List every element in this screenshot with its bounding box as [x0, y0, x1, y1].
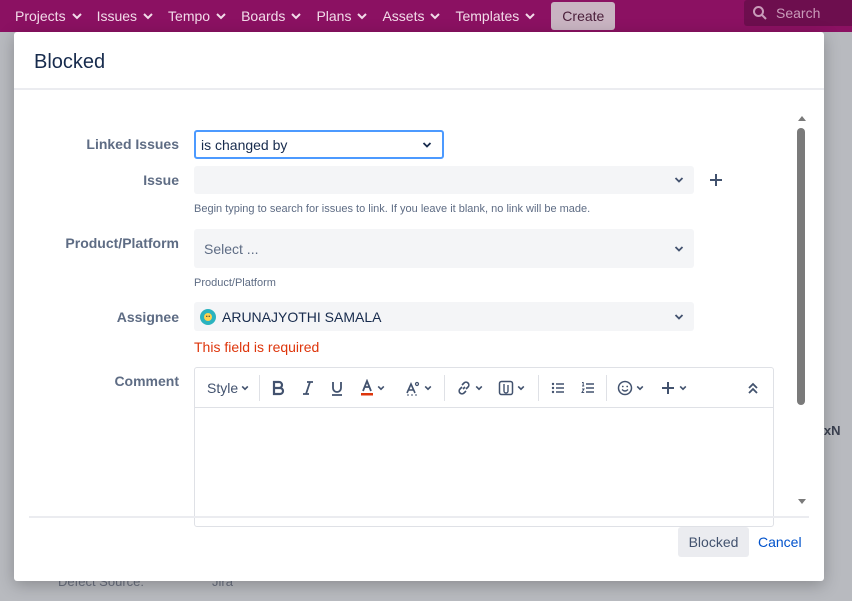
- linked-issues-label: Linked Issues: [86, 136, 179, 152]
- blocked-submit-button[interactable]: Blocked: [678, 527, 749, 557]
- chevron-down-icon: [241, 385, 249, 391]
- header-divider: [14, 88, 824, 90]
- nav-issues-label: Issues: [96, 8, 138, 24]
- top-navigation: Projects Issues Tempo Boards Plans Asset…: [0, 0, 852, 32]
- issue-help-text: Begin typing to search for issues to lin…: [194, 203, 591, 215]
- collapse-toolbar-button[interactable]: [747, 378, 759, 398]
- chevron-down-icon: [674, 313, 684, 320]
- plus-icon: [662, 382, 674, 394]
- scroll-down-arrow-icon[interactable]: [797, 498, 807, 506]
- nav-projects[interactable]: Projects: [15, 0, 82, 32]
- avatar: [200, 308, 216, 325]
- add-issue-plus-icon[interactable]: [708, 172, 724, 188]
- bold-icon: [272, 380, 285, 396]
- product-platform-select[interactable]: Select ...: [194, 229, 694, 268]
- nav-boards-label: Boards: [241, 8, 286, 24]
- nav-tempo[interactable]: Tempo: [168, 0, 226, 32]
- chevron-down-icon: [679, 385, 687, 391]
- italic-button[interactable]: [301, 378, 315, 398]
- style-dropdown[interactable]: Style: [207, 378, 249, 398]
- nav-plans[interactable]: Plans: [316, 0, 368, 32]
- style-dropdown-label: Style: [207, 380, 239, 396]
- insert-more-button[interactable]: [660, 378, 687, 398]
- chevron-down-icon: [424, 385, 432, 391]
- chevron-down-icon: [71, 13, 82, 20]
- numbered-list-button[interactable]: [580, 378, 596, 398]
- dialog-title: Blocked: [34, 51, 106, 73]
- editor-toolbar: Style: [195, 368, 773, 408]
- assignee-label: Assignee: [116, 309, 179, 325]
- link-button[interactable]: [456, 378, 483, 398]
- emoji-button[interactable]: [617, 378, 644, 398]
- nav-assets[interactable]: Assets: [382, 0, 441, 32]
- cancel-link[interactable]: Cancel: [758, 527, 802, 557]
- nav-plans-label: Plans: [316, 8, 352, 24]
- chevron-down-icon: [636, 385, 644, 391]
- create-button[interactable]: Create: [551, 2, 616, 30]
- bold-button[interactable]: [271, 378, 285, 398]
- search-icon: [753, 6, 767, 20]
- toolbar-divider: [444, 375, 445, 401]
- chevron-down-icon: [475, 385, 483, 391]
- product-platform-placeholder: Select ...: [204, 240, 259, 257]
- toolbar-divider: [538, 375, 539, 401]
- nav-issues[interactable]: Issues: [97, 0, 153, 32]
- scrollbar-thumb[interactable]: [797, 128, 805, 405]
- user-avatar-icon: [204, 312, 212, 321]
- chevron-down-icon: [377, 385, 385, 391]
- emoji-icon: [617, 380, 633, 396]
- issue-label: Issue: [143, 172, 179, 188]
- linked-issues-select[interactable]: is changed by: [194, 130, 444, 159]
- search-input[interactable]: Search: [744, 0, 852, 26]
- nav-templates[interactable]: Templates: [455, 0, 536, 32]
- blocked-dialog: Blocked Linked Issues is changed by Issu…: [14, 32, 824, 581]
- search-placeholder: Search: [776, 5, 821, 21]
- nav-boards[interactable]: Boards: [241, 0, 302, 32]
- chevron-down-icon: [525, 13, 536, 20]
- assignee-error-message: This field is required: [194, 339, 320, 355]
- scroll-up-arrow-icon[interactable]: [797, 114, 807, 122]
- underline-button[interactable]: [330, 378, 344, 398]
- text-formatting-icon: [406, 381, 420, 396]
- nav-templates-label: Templates: [455, 8, 520, 24]
- linked-issues-value: is changed by: [201, 136, 288, 153]
- assignee-select[interactable]: ARUNAJYOTHI SAMALA: [194, 302, 694, 331]
- text-color-button[interactable]: [360, 378, 385, 398]
- chevron-down-icon: [517, 385, 525, 391]
- nav-tempo-label: Tempo: [168, 8, 211, 24]
- comment-label: Comment: [114, 373, 179, 389]
- attachment-button[interactable]: [498, 378, 525, 398]
- numbered-list-icon: [581, 382, 594, 393]
- footer-divider: [29, 516, 809, 518]
- nav-projects-label: Projects: [15, 8, 66, 24]
- bullet-list-icon: [551, 382, 564, 394]
- toolbar-divider: [606, 375, 607, 401]
- assignee-value: ARUNAJYOTHI SAMALA: [222, 308, 382, 325]
- product-platform-label: Product/Platform: [65, 235, 179, 251]
- chevron-down-icon: [291, 13, 302, 20]
- link-icon: [458, 381, 470, 395]
- chevron-down-icon: [216, 13, 226, 20]
- chevron-down-icon: [430, 13, 441, 20]
- comment-editor[interactable]: Style: [194, 367, 774, 527]
- chevron-down-icon: [357, 13, 368, 20]
- nav-assets-label: Assets: [382, 8, 425, 24]
- chevron-down-icon: [674, 177, 684, 183]
- toolbar-divider: [259, 375, 260, 401]
- underline-icon: [332, 382, 342, 396]
- italic-icon: [303, 381, 313, 395]
- chevron-down-icon: [674, 245, 684, 252]
- attachment-icon: [498, 380, 514, 396]
- chevron-double-up-icon: [748, 382, 758, 394]
- chevron-down-icon: [143, 13, 153, 20]
- more-formatting-button[interactable]: [405, 378, 432, 398]
- product-platform-help-text: Product/Platform: [194, 277, 276, 289]
- chevron-down-icon: [422, 141, 432, 148]
- bullet-list-button[interactable]: [550, 378, 566, 398]
- issue-picker[interactable]: [194, 166, 694, 194]
- text-color-icon: [361, 379, 373, 396]
